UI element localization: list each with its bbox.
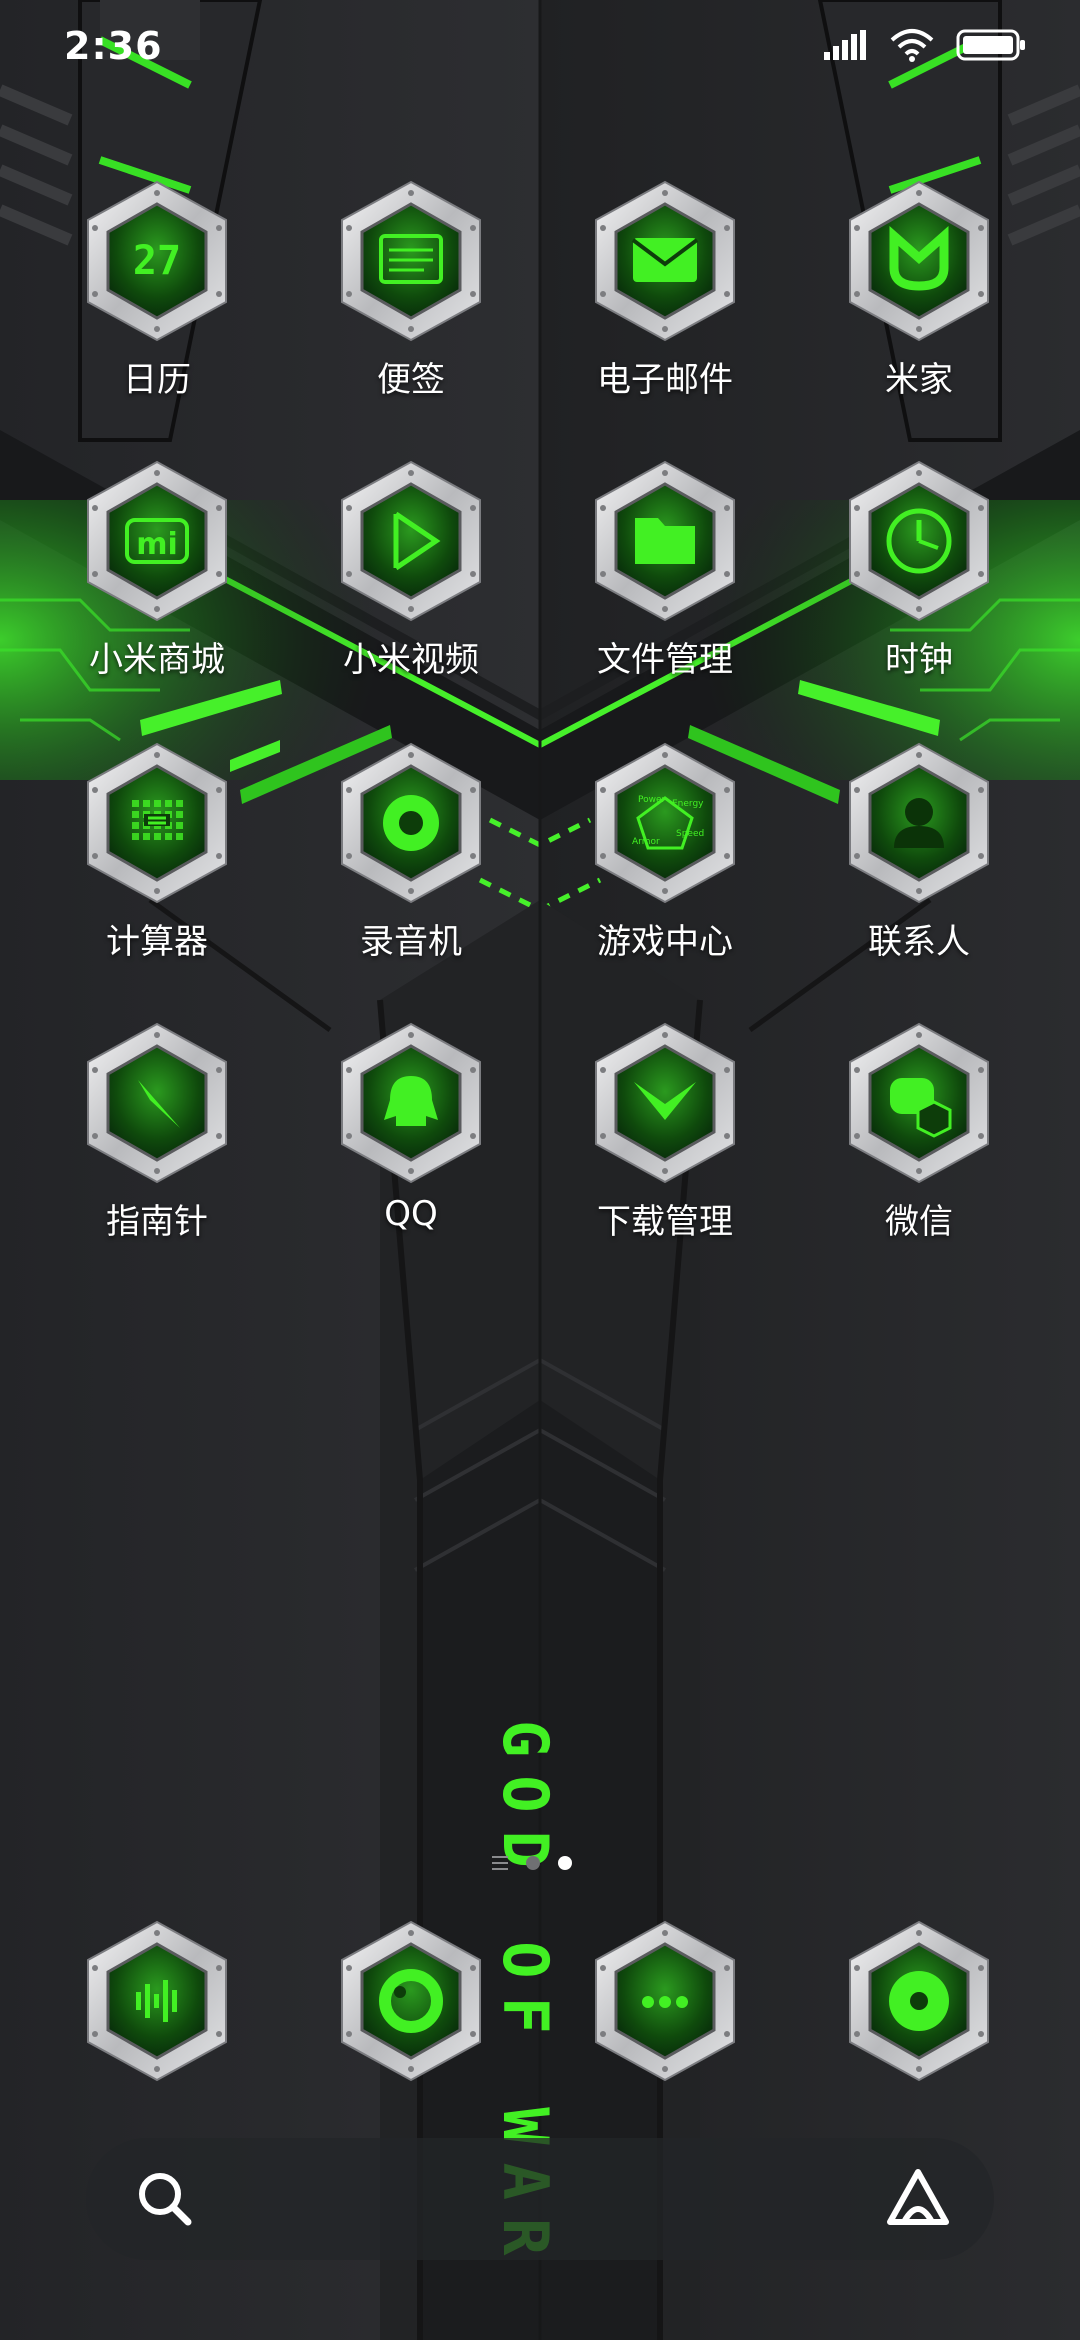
app-notes[interactable]: 便签	[284, 178, 538, 408]
app-calculator[interactable]: 计算器	[30, 740, 284, 970]
app-compass[interactable]: 指南针	[30, 1020, 284, 1250]
app-label: 文件管理	[597, 640, 733, 680]
app-label: 计算器	[106, 922, 208, 962]
video-play-icon	[341, 460, 481, 622]
menu-icon[interactable]	[492, 1856, 508, 1870]
mi-store-icon: mi	[87, 460, 227, 622]
email-icon	[595, 180, 735, 342]
dock-camera[interactable]	[792, 1918, 1046, 2084]
wifi-icon	[890, 29, 934, 62]
signal-icon	[824, 30, 866, 60]
app-email[interactable]: 电子邮件	[538, 178, 792, 408]
search-bar[interactable]	[86, 2138, 994, 2260]
app-mi-store[interactable]: mi 小米商城	[30, 458, 284, 688]
dock-message[interactable]	[284, 1918, 538, 2084]
app-recorder[interactable]: 录音机	[284, 740, 538, 970]
app-label: 小米视频	[343, 640, 479, 680]
contact-icon	[849, 742, 989, 904]
page-dot-2[interactable]	[558, 1856, 572, 1870]
svg-text:Energy: Energy	[672, 799, 704, 809]
phone-icon	[87, 1920, 227, 2082]
message-icon	[341, 1920, 481, 2082]
app-calendar[interactable]: 27 日历	[30, 178, 284, 408]
svg-text:27: 27	[133, 238, 181, 284]
app-label: 微信	[885, 1202, 953, 1242]
browser-icon	[595, 1920, 735, 2082]
page-dot-1[interactable]	[526, 1856, 540, 1870]
search-icon[interactable]	[130, 2164, 200, 2234]
download-icon	[595, 1022, 735, 1184]
recorder-icon	[341, 742, 481, 904]
mijia-icon	[849, 180, 989, 342]
clock-icon	[849, 460, 989, 622]
app-download[interactable]: 下载管理	[538, 1020, 792, 1250]
battery-icon	[956, 29, 1025, 61]
app-label: QQ	[384, 1194, 438, 1234]
app-label: 小米商城	[89, 640, 225, 680]
compass-icon	[87, 1022, 227, 1184]
camera-icon	[849, 1920, 989, 2082]
app-label: 便签	[377, 360, 445, 400]
app-video-play[interactable]: 小米视频	[284, 458, 538, 688]
calendar-icon: 27	[87, 180, 227, 342]
dock-browser[interactable]	[538, 1918, 792, 2084]
folder-icon	[595, 460, 735, 622]
app-clock[interactable]: 时钟	[792, 458, 1046, 688]
app-wechat[interactable]: 微信	[792, 1020, 1046, 1250]
app-mijia[interactable]: 米家	[792, 178, 1046, 408]
svg-text:Armor: Armor	[632, 837, 660, 847]
app-qq-penguin[interactable]: QQ	[284, 1020, 538, 1250]
notes-icon	[341, 180, 481, 342]
status-time: 2:36	[64, 24, 163, 68]
app-game-center[interactable]: Power Energy Armor Speed 游戏中心	[538, 740, 792, 970]
calculator-icon	[87, 742, 227, 904]
page-indicator[interactable]	[492, 1856, 572, 1870]
app-label: 下载管理	[597, 1202, 733, 1242]
app-label: 日历	[123, 360, 191, 400]
svg-text:Power: Power	[638, 795, 666, 805]
svg-text:Speed: Speed	[676, 829, 704, 839]
game-center-icon: Power Energy Armor Speed	[595, 742, 735, 904]
app-label: 录音机	[360, 922, 462, 962]
wechat-icon	[849, 1022, 989, 1184]
app-label: 电子邮件	[597, 360, 733, 400]
dock-phone[interactable]	[30, 1918, 284, 2084]
app-label: 米家	[885, 360, 953, 400]
app-label: 指南针	[106, 1202, 208, 1242]
status-bar: 2:36	[0, 0, 1080, 96]
app-contact[interactable]: 联系人	[792, 740, 1046, 970]
app-label: 游戏中心	[597, 922, 733, 962]
qq-penguin-icon	[341, 1022, 481, 1184]
app-label: 联系人	[868, 922, 970, 962]
app-folder[interactable]: 文件管理	[538, 458, 792, 688]
app-label: 时钟	[885, 640, 953, 680]
svg-text:mi: mi	[136, 527, 178, 562]
assistant-icon[interactable]	[882, 2164, 954, 2234]
